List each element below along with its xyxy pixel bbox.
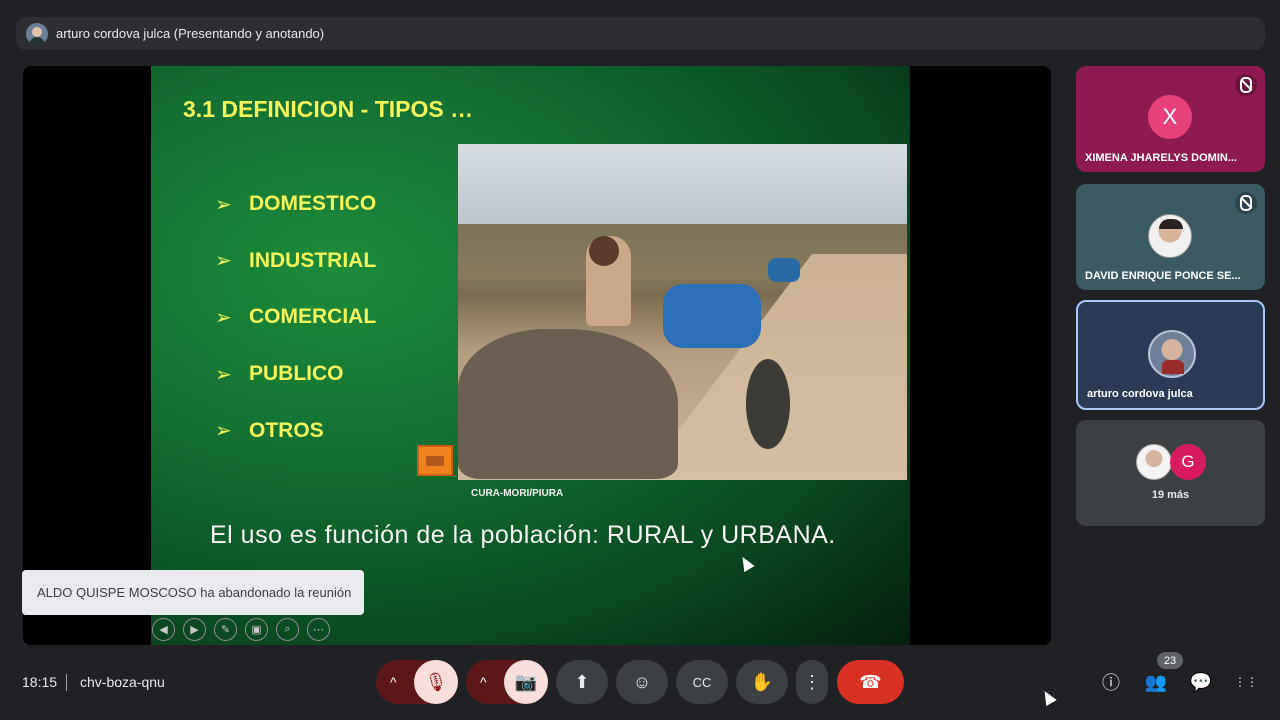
- participant-tile[interactable]: X XIMENA JHARELYS DOMIN...: [1076, 66, 1265, 172]
- presenter-banner: arturo cordova julca (Presentando y anot…: [16, 17, 1265, 50]
- divider: [66, 674, 67, 691]
- bullet-label: DOMESTICO: [249, 192, 377, 216]
- participant-tile[interactable]: DAVID ENRIQUE PONCE SE...: [1076, 184, 1265, 290]
- emoji-icon: ☺: [632, 671, 652, 692]
- mic-off-icon: 🎙: [424, 671, 448, 692]
- avatar: G: [1170, 444, 1206, 480]
- info-icon: ⓘ: [1102, 673, 1120, 693]
- bullet-item: ➢ DOMESTICO: [215, 176, 376, 233]
- slide-subtitle: El uso es función de la población: RURAL…: [210, 521, 836, 549]
- mic-control-group: ^ 🎙: [376, 660, 458, 704]
- toast-message: ALDO QUISPE MOSCOSO ha abandonado la reu…: [37, 585, 352, 600]
- mouse-pointer-icon: [1039, 687, 1057, 707]
- bullet-arrow-icon: ➢: [215, 363, 232, 386]
- zoom-icon[interactable]: ⌕: [276, 618, 299, 641]
- participant-name: arturo cordova julca: [1087, 388, 1193, 400]
- mic-muted-icon: [1235, 74, 1257, 96]
- slides-icon[interactable]: ▣: [245, 618, 268, 641]
- reactions-button[interactable]: ☺: [616, 660, 668, 704]
- slide-toolbar: ◀ ▶ ✎ ▣ ⌕ ⋯: [152, 618, 330, 641]
- participant-name: DAVID ENRIQUE PONCE SE...: [1085, 270, 1241, 282]
- present-button[interactable]: ⬆: [556, 660, 608, 704]
- more-options-button[interactable]: ⋮: [796, 660, 828, 704]
- hand-icon: ✋: [750, 671, 774, 692]
- bullet-arrow-icon: ➢: [215, 420, 232, 443]
- slide-title: 3.1 DEFINICION - TIPOS …: [183, 96, 474, 122]
- more-vert-icon: ⋮: [803, 671, 821, 692]
- audio-options-caret-icon[interactable]: ^: [390, 674, 397, 690]
- apps-grid-icon: ⋮⋮: [1234, 675, 1258, 689]
- avatar: [1148, 330, 1196, 378]
- present-screen-icon: ⬆: [574, 671, 590, 692]
- clock: 18:15: [22, 674, 58, 690]
- bullet-arrow-icon: ➢: [215, 306, 232, 329]
- leave-call-button[interactable]: ☎: [837, 660, 904, 704]
- next-slide-icon[interactable]: ▶: [183, 618, 206, 641]
- avatar: X: [1148, 95, 1192, 139]
- bullet-item: ➢ OTROS: [215, 402, 376, 459]
- bullet-item: ➢ INDUSTRIAL: [215, 233, 376, 290]
- mouse-pointer-icon: [737, 553, 755, 573]
- more-options-icon[interactable]: ⋯: [307, 618, 330, 641]
- more-participants-label: 19 más: [1151, 489, 1190, 501]
- captions-icon: CC: [692, 674, 712, 690]
- video-options-caret-icon[interactable]: ^: [480, 674, 487, 690]
- camera-off-icon: 📷: [514, 671, 538, 692]
- bullet-arrow-icon: ➢: [215, 193, 232, 216]
- avatar: [1136, 444, 1172, 480]
- end-call-icon: ☎: [859, 671, 882, 692]
- people-icon: 👥: [1144, 671, 1168, 692]
- presenter-avatar: [26, 22, 48, 45]
- participant-tile-active[interactable]: arturo cordova julca: [1076, 300, 1265, 410]
- participant-name: XIMENA JHARELYS DOMIN...: [1085, 152, 1237, 164]
- presenter-label: arturo cordova julca (Presentando y anot…: [56, 26, 325, 41]
- photo-caption: CURA-MORI/PIURA: [471, 488, 564, 499]
- previous-slide-icon[interactable]: ◀: [152, 618, 175, 641]
- raise-hand-button[interactable]: ✋: [736, 660, 788, 704]
- video-clip-icon: [417, 445, 453, 476]
- meet-window: arturo cordova julca (Presentando y anot…: [0, 0, 1280, 720]
- more-participants-tile[interactable]: G 19 más: [1076, 420, 1265, 526]
- pen-icon[interactable]: ✎: [214, 618, 237, 641]
- presentation-stage[interactable]: 3.1 DEFINICION - TIPOS … ➢ DOMESTICO ➢ IND…: [23, 66, 1051, 645]
- bullet-label: INDUSTRIAL: [249, 248, 377, 272]
- notification-toast: ALDO QUISPE MOSCOSO ha abandonado la reu…: [22, 570, 364, 615]
- activities-button[interactable]: ⋮⋮: [1234, 670, 1258, 694]
- slide: 3.1 DEFINICION - TIPOS … ➢ DOMESTICO ➢ IND…: [151, 66, 910, 645]
- chat-icon: 💬: [1189, 671, 1213, 692]
- mic-muted-icon: [1235, 192, 1257, 214]
- bullet-label: OTROS: [249, 418, 324, 442]
- bullet-arrow-icon: ➢: [215, 250, 232, 273]
- bullet-item: ➢ COMERCIAL: [215, 289, 376, 346]
- avatar: [1148, 214, 1192, 258]
- chat-button[interactable]: 💬: [1189, 670, 1213, 694]
- mic-off-button[interactable]: 🎙: [414, 660, 458, 704]
- bullet-label: COMERCIAL: [249, 305, 377, 329]
- camera-control-group: ^ 📷: [466, 660, 548, 704]
- people-count-badge: 23: [1157, 652, 1183, 669]
- captions-button[interactable]: CC: [676, 660, 728, 704]
- bullet-item: ➢ PUBLICO: [215, 346, 376, 403]
- slide-photo: [458, 144, 907, 480]
- meeting-info-button[interactable]: ⓘ: [1099, 670, 1123, 694]
- meeting-code: chv-boza-qnu: [80, 674, 165, 690]
- bullet-list: ➢ DOMESTICO ➢ INDUSTRIAL ➢ COMERCIAL ➢ PUBLI…: [215, 176, 376, 459]
- people-button[interactable]: 👥: [1144, 670, 1168, 694]
- camera-off-button[interactable]: 📷: [504, 660, 548, 704]
- bullet-label: PUBLICO: [249, 362, 344, 386]
